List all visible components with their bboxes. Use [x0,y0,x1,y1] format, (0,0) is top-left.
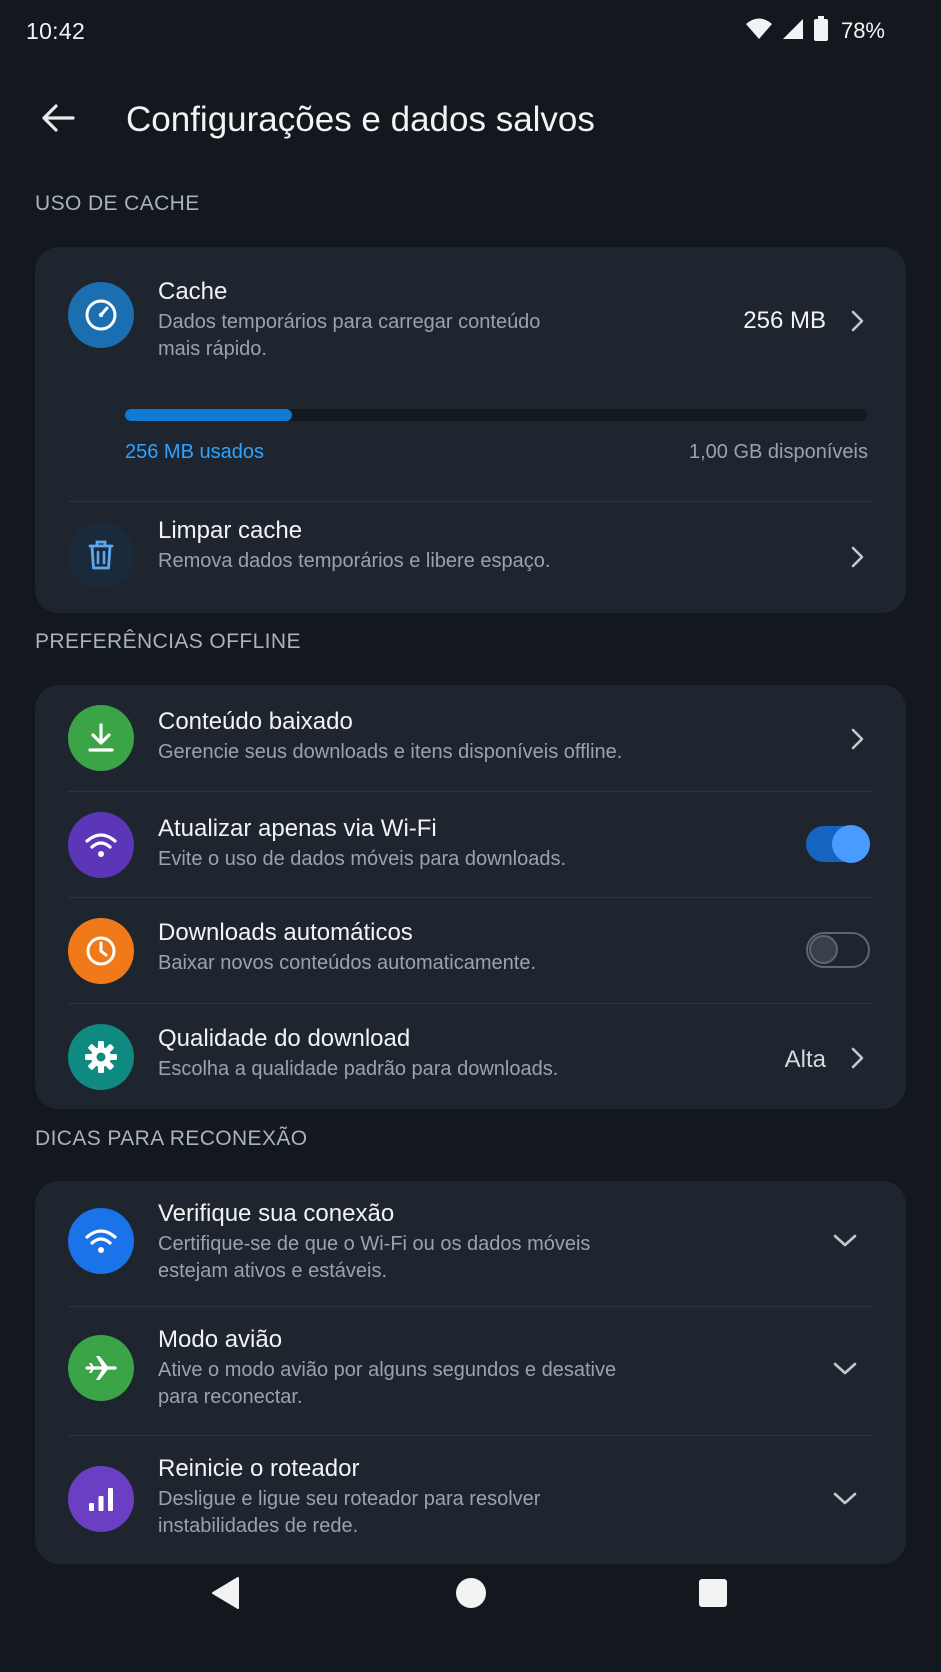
cache-used-label: 256 MB usados [125,441,264,463]
cache-progress-fill [125,409,292,421]
cache-title: Cache [158,278,228,305]
check-connection-subtitle-1: Certifique-se de que o Wi-Fi ou os dados… [158,1233,591,1255]
check-connection-row[interactable]: Verifique sua conexão Certifique-se de q… [35,1181,906,1306]
chevron-right-icon [850,1046,866,1075]
gear-icon [68,1024,134,1090]
offline-card: Conteúdo baixado Gerencie seus downloads… [35,685,906,1109]
clear-cache-text: Limpar cache Remova dados temporários e … [158,516,550,575]
auto-downloads-title: Downloads automáticos [158,919,413,946]
check-connection-title: Verifique sua conexão [158,1200,395,1227]
chevron-right-icon [850,309,866,338]
download-icon [68,705,134,771]
airplane-mode-text: Modo avião Ative o modo avião por alguns… [158,1325,616,1411]
page-title: Configurações e dados salvos [126,100,595,139]
cache-size-value: 256 MB [743,307,826,334]
app-header: Configurações e dados salvos [0,84,941,156]
auto-downloads-toggle[interactable] [806,932,870,968]
check-connection-subtitle-2: estejam ativos e estáveis. [158,1260,387,1282]
wifi-only-subtitle: Evite o uso de dados móveis para downloa… [158,848,567,870]
chevron-down-icon[interactable] [832,1361,858,1382]
section-label-tips: DICAS PARA RECONEXÃO [35,1127,308,1150]
wifi-status-icon [745,17,773,46]
nav-recents-button[interactable] [678,1560,748,1630]
clear-cache-subtitle: Remova dados temporários e libere espaço… [158,550,551,572]
downloaded-content-title: Conteúdo baixado [158,708,353,735]
back-arrow-icon [41,103,75,138]
cache-card: Cache Dados temporários para carregar co… [35,247,906,613]
chevron-right-icon [850,727,866,756]
auto-downloads-row[interactable]: Downloads automáticos Baixar novos conte… [35,898,906,1003]
chevron-down-icon[interactable] [832,1491,858,1512]
clear-cache-title: Limpar cache [158,517,303,544]
check-connection-text: Verifique sua conexão Certifique-se de q… [158,1199,590,1285]
downloaded-content-row[interactable]: Conteúdo baixado Gerencie seus downloads… [35,685,906,791]
battery-icon [813,15,829,47]
wifi-icon [68,812,134,878]
download-quality-value: Alta [784,1046,826,1073]
battery-percent: 78% [840,18,885,43]
airplane-icon [68,1335,134,1401]
cache-subtitle-2: mais rápido. [158,338,267,360]
download-quality-text: Qualidade do download Escolha a qualidad… [158,1024,558,1083]
tips-card: Verifique sua conexão Certifique-se de q… [35,1181,906,1564]
cache-subtitle-1: Dados temporários para carregar conteúdo [158,311,541,333]
clear-cache-row[interactable]: Limpar cache Remova dados temporários e … [35,502,906,613]
status-icons: 78% [745,15,885,47]
restart-router-text: Reinicie o roteador Desligue e ligue seu… [158,1454,540,1540]
auto-downloads-subtitle: Baixar novos conteúdos automaticamente. [158,952,536,974]
downloaded-content-text: Conteúdo baixado Gerencie seus downloads… [158,707,622,766]
restart-router-subtitle-1: Desligue e ligue seu roteador para resol… [158,1488,541,1510]
wifi-only-row[interactable]: Atualizar apenas via Wi-Fi Evite o uso d… [35,792,906,897]
wifi-icon [68,1208,134,1274]
download-quality-row[interactable]: Qualidade do download Escolha a qualidad… [35,1004,906,1109]
restart-router-subtitle-2: instabilidades de rede. [158,1515,359,1537]
cache-available-label: 1,00 GB disponíveis [689,441,868,463]
auto-downloads-text: Downloads automáticos Baixar novos conte… [158,918,536,977]
cache-progress-bar [125,409,867,421]
nav-back-button[interactable] [190,1560,260,1630]
system-nav-bar [0,1560,941,1672]
gauge-icon [68,282,134,348]
settings-screen: 10:42 78% Configurações e dados salvos U… [0,0,941,1672]
section-label-offline: PREFERÊNCIAS OFFLINE [35,630,301,653]
nav-back-icon [210,1576,240,1615]
restart-router-row[interactable]: Reinicie o roteador Desligue e ligue seu… [35,1436,906,1564]
trash-icon [68,522,134,588]
signal-icon [781,17,805,46]
wifi-only-title: Atualizar apenas via Wi-Fi [158,815,437,842]
downloaded-content-subtitle: Gerencie seus downloads e itens disponív… [158,741,623,763]
cache-row[interactable]: Cache Dados temporários para carregar co… [35,247,906,497]
restart-router-title: Reinicie o roteador [158,1455,360,1482]
status-bar: 10:42 78% [0,0,941,62]
wifi-only-toggle[interactable] [806,825,870,863]
airplane-mode-subtitle-1: Ative o modo avião por alguns segundos e… [158,1359,617,1381]
status-time: 10:42 [26,17,86,44]
download-quality-title: Qualidade do download [158,1025,411,1052]
nav-home-button[interactable] [436,1560,506,1630]
airplane-mode-subtitle-2: para reconectar. [158,1386,303,1408]
toggle-knob [832,825,870,863]
airplane-mode-row[interactable]: Modo avião Ative o modo avião por alguns… [35,1307,906,1435]
download-quality-subtitle: Escolha a qualidade padrão para download… [158,1058,559,1080]
section-label-cache: USO DE CACHE [35,192,200,215]
nav-recents-icon [698,1578,728,1613]
chevron-down-icon[interactable] [832,1233,858,1254]
toggle-knob [809,935,838,964]
cache-text: Cache Dados temporários para carregar co… [158,277,540,363]
back-button[interactable] [26,88,90,152]
clock-icon [68,918,134,984]
bar-chart-icon [68,1466,134,1532]
nav-home-icon [455,1577,487,1614]
wifi-only-text: Atualizar apenas via Wi-Fi Evite o uso d… [158,814,566,873]
airplane-mode-title: Modo avião [158,1326,283,1353]
chevron-right-icon [850,545,866,574]
